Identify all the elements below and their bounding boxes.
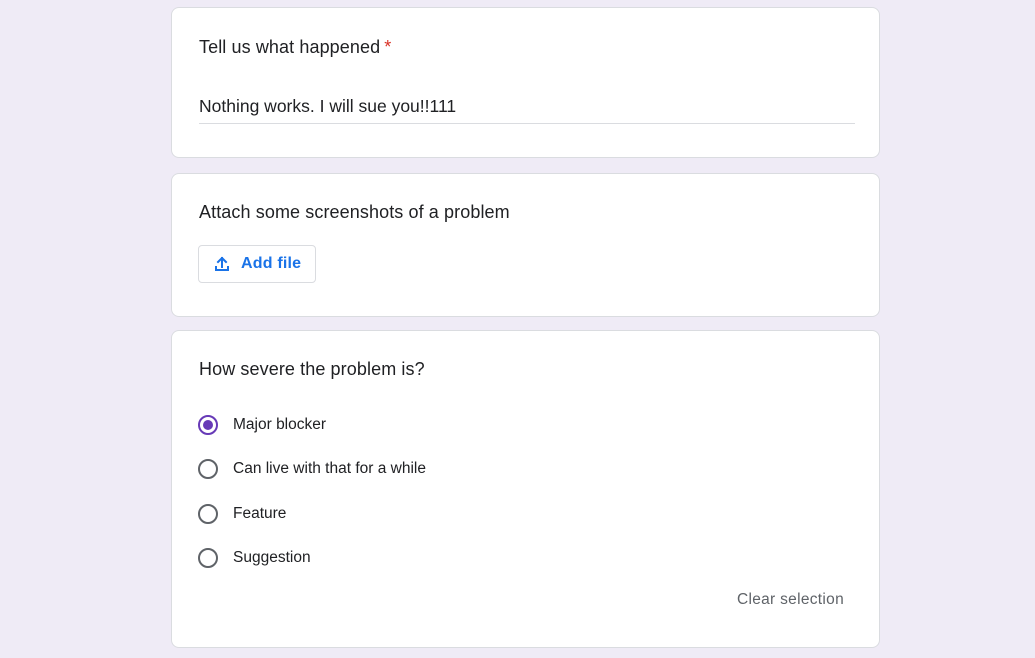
question-card-what-happened: Tell us what happened * Nothing works. I … <box>171 7 880 158</box>
upload-icon <box>214 256 230 272</box>
radio-label: Feature <box>233 505 287 522</box>
question-card-severity: How severe the problem is? Major blocker… <box>171 330 880 648</box>
question-title-text: Tell us what happened <box>199 37 381 57</box>
question-title: Attach some screenshots of a problem <box>199 202 510 222</box>
question-card-attach-screenshots: Attach some screenshots of a problem Add… <box>171 173 880 317</box>
radio-option-suggestion[interactable]: Suggestion <box>198 545 311 571</box>
radio-button[interactable] <box>198 504 218 524</box>
radio-button-selected[interactable] <box>198 415 218 435</box>
clear-selection-button[interactable]: Clear selection <box>737 590 844 610</box>
radio-label: Major blocker <box>233 416 327 433</box>
radio-label: Suggestion <box>233 549 311 566</box>
add-file-button[interactable]: Add file <box>198 245 316 283</box>
add-file-label: Add file <box>241 255 302 272</box>
question-title: Tell us what happened * <box>199 35 391 59</box>
radio-label: Can live with that for a while <box>233 460 426 477</box>
radio-option-major-blocker[interactable]: Major blocker <box>198 412 326 438</box>
answer-value: Nothing works. I will sue you!!111 <box>199 96 457 116</box>
radio-option-can-live-with-that[interactable]: Can live with that for a while <box>198 456 426 482</box>
answer-text-field[interactable]: Nothing works. I will sue you!!111 <box>199 94 855 124</box>
required-asterisk: * <box>384 37 392 57</box>
radio-button[interactable] <box>198 459 218 479</box>
radio-option-feature[interactable]: Feature <box>198 501 286 527</box>
radio-button[interactable] <box>198 548 218 568</box>
question-title: How severe the problem is? <box>199 359 425 379</box>
